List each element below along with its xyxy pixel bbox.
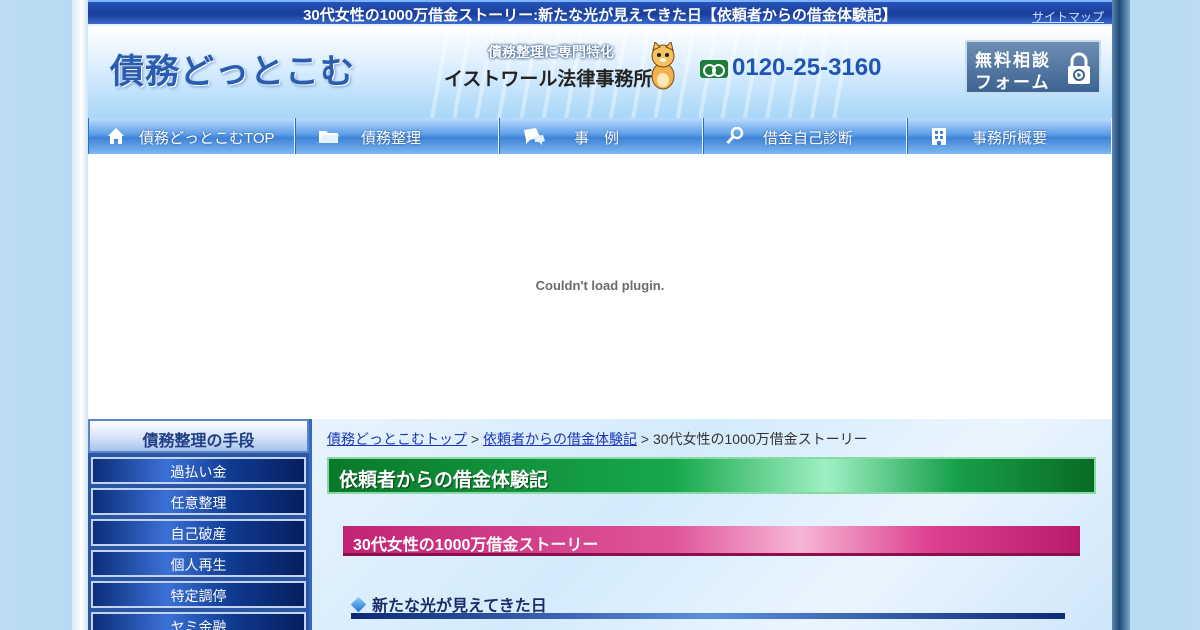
section-heading-text: 依頼者からの借金体験記: [339, 470, 549, 491]
breadcrumb-section-link[interactable]: 依頼者からの借金体験記: [483, 431, 637, 447]
folder-icon: [319, 131, 339, 143]
free-dial-icon: [700, 60, 728, 78]
sidebar-item-rehabilitation[interactable]: 個人再生: [91, 550, 306, 577]
main-nav: 債務どっとこむTOP 債務整理 事 例 借金自己診断 事務所概要: [88, 118, 1112, 154]
nav-item-self-diagnosis[interactable]: 借金自己診断: [703, 118, 907, 154]
breadcrumb-separator: >: [636, 431, 653, 447]
nav-label: 借金自己診断: [763, 130, 854, 147]
breadcrumb-current: 30代女性の1000万借金ストーリー: [652, 431, 868, 447]
sidebar: 債務整理の手段 過払い金 任意整理 自己破産 個人再生 特定調停 ヤミ金融: [88, 419, 312, 630]
sub-heading-rule: [351, 613, 1065, 619]
sidebar-item-loan-shark[interactable]: ヤミ金融: [91, 612, 306, 630]
law-firm-name: イストワール法律事務所: [444, 69, 653, 90]
cat-mascot-icon: [651, 42, 675, 90]
nav-item-debt-settlement[interactable]: 債務整理: [295, 118, 499, 154]
story-heading-text: 30代女性の1000万借金ストーリー: [353, 537, 599, 554]
story-heading: 30代女性の1000万借金ストーリー: [343, 526, 1080, 556]
form-button-line2: フォーム: [975, 73, 1051, 92]
page-title: 30代女性の1000万借金ストーリー:新たな光が見えてきた日【依頼者からの借金体…: [303, 7, 897, 24]
page: 30代女性の1000万借金ストーリー:新たな光が見えてきた日【依頼者からの借金体…: [88, 0, 1112, 630]
phone-number[interactable]: 0120-25-3160: [732, 54, 881, 82]
breadcrumb-home-link[interactable]: 債務どっとこむトップ: [327, 431, 467, 447]
page-right-frame: [1112, 0, 1130, 630]
plugin-placeholder: Couldn't load plugin.: [88, 154, 1112, 419]
lock-icon: [1068, 52, 1090, 84]
title-bar: 30代女性の1000万借金ストーリー:新たな光が見えてきた日【依頼者からの借金体…: [88, 0, 1112, 26]
section-heading: 依頼者からの借金体験記: [327, 457, 1096, 494]
search-icon: [726, 127, 744, 145]
free-consultation-form-button[interactable]: 無料相談 フォーム: [965, 40, 1101, 94]
sidebar-heading: 債務整理の手段: [88, 419, 309, 453]
chat-icon: [524, 128, 545, 145]
nav-item-office[interactable]: 事務所概要: [907, 118, 1112, 154]
sidebar-item-voluntary-settlement[interactable]: 任意整理: [91, 488, 306, 515]
nav-item-cases[interactable]: 事 例: [499, 118, 703, 154]
plugin-error-message: Couldn't load plugin.: [535, 278, 665, 293]
sidebar-item-overpayment[interactable]: 過払い金: [91, 457, 306, 484]
site-logo[interactable]: 債務どっとこむ: [110, 44, 355, 93]
tagline: 債務整理に専門特化: [488, 46, 614, 61]
sidebar-item-mediation[interactable]: 特定調停: [91, 581, 306, 608]
main-content: 債務どっとこむトップ > 依頼者からの借金体験記 > 30代女性の1000万借金…: [312, 419, 1112, 630]
home-icon: [108, 128, 124, 144]
sidebar-item-bankruptcy[interactable]: 自己破産: [91, 519, 306, 546]
nav-label: 債務どっとこむTOP: [139, 130, 275, 147]
site-header: 債務どっとこむ 債務整理に専門特化 イストワール法律事務所 0120-25-31…: [88, 26, 1112, 118]
nav-label: 債務整理: [361, 130, 422, 147]
nav-item-top[interactable]: 債務どっとこむTOP: [88, 118, 295, 154]
sitemap-link[interactable]: サイトマップ: [1032, 8, 1104, 25]
building-icon: [932, 128, 946, 145]
page-left-frame: [72, 0, 88, 630]
diamond-bullet-icon: [350, 596, 367, 613]
breadcrumb-separator: >: [467, 431, 483, 447]
nav-label: 事 例: [574, 130, 620, 147]
breadcrumb: 債務どっとこむトップ > 依頼者からの借金体験記 > 30代女性の1000万借金…: [327, 429, 868, 449]
nav-label: 事務所概要: [972, 130, 1048, 147]
